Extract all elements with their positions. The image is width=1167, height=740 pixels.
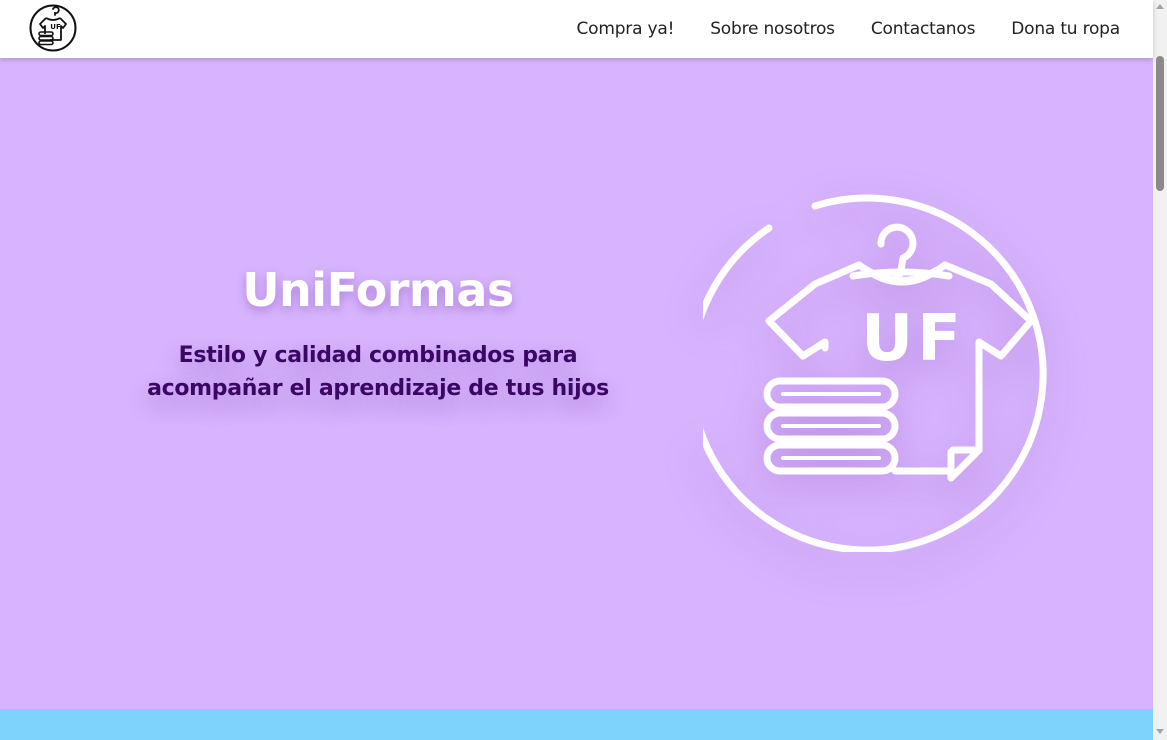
scroll-thumb[interactable] <box>1156 56 1164 191</box>
next-section <box>0 709 1153 740</box>
hero-section: UniFormas Estilo y calidad combinados pa… <box>0 58 1153 709</box>
nav-link-sobre-nosotros[interactable]: Sobre nosotros <box>710 19 835 39</box>
nav-link-dona-ropa[interactable]: Dona tu ropa <box>1011 19 1120 39</box>
nav-link-compra[interactable]: Compra ya! <box>576 19 674 39</box>
scroll-up-arrow-icon[interactable] <box>1156 4 1164 9</box>
navbar: UF Compra ya! Sobre nosotros Contactanos… <box>0 0 1153 58</box>
nav-links: Compra ya! Sobre nosotros Contactanos Do… <box>540 0 1120 58</box>
hero-text: UniFormas Estilo y calidad combinados pa… <box>100 263 656 405</box>
illustration-badge-text: UF <box>861 302 965 376</box>
scroll-down-arrow-icon[interactable] <box>1156 729 1164 734</box>
nav-link-contactanos[interactable]: Contactanos <box>871 19 976 39</box>
shirt-hanger-folded-clothes-icon: UF <box>703 194 1047 552</box>
page: UF Compra ya! Sobre nosotros Contactanos… <box>0 0 1167 740</box>
hero-subtitle-line2: acompañar el aprendizaje de tus hijos <box>147 376 609 401</box>
logo-badge-text: UF <box>50 23 61 31</box>
hero-title: UniFormas <box>242 263 514 317</box>
hero-subtitle-line1: Estilo y calidad combinados para <box>178 343 578 368</box>
uniformas-logo-icon[interactable]: UF <box>29 4 77 52</box>
hero-subtitle: Estilo y calidad combinados para acompañ… <box>100 339 656 405</box>
vertical-scrollbar[interactable] <box>1153 0 1167 740</box>
